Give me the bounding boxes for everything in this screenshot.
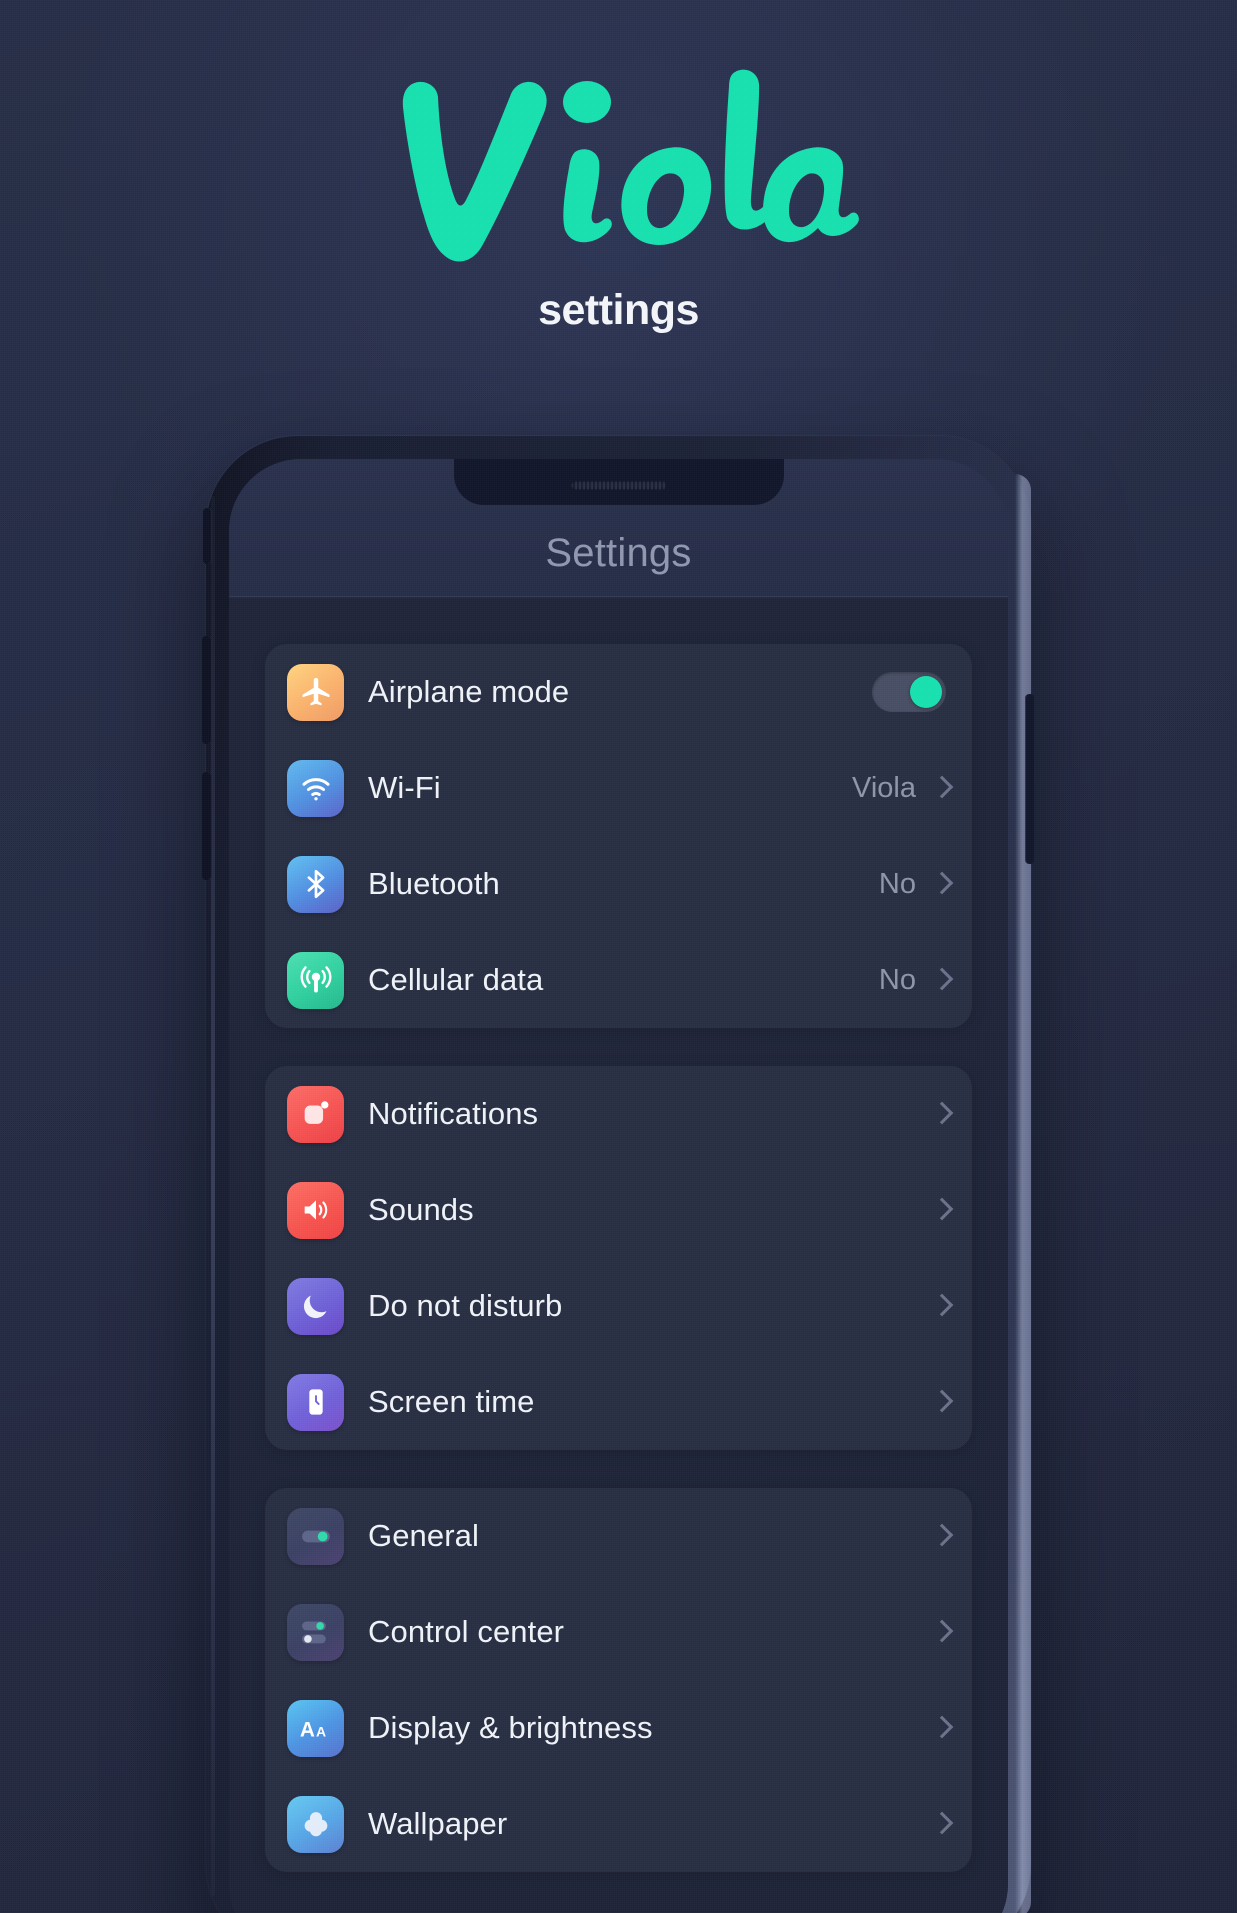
settings-list: Airplane mode Wi-Fi Viola Bluetooth No C… bbox=[229, 598, 1008, 1913]
svg-text:A: A bbox=[299, 1719, 314, 1742]
volume-up-button[interactable] bbox=[202, 636, 212, 744]
chevron-right-icon bbox=[934, 1525, 946, 1547]
bluetooth-value: No bbox=[878, 867, 916, 900]
list-item-general[interactable]: General bbox=[265, 1488, 972, 1584]
list-item-do-not-disturb[interactable]: Do not disturb bbox=[265, 1258, 972, 1354]
chevron-right-icon bbox=[934, 1813, 946, 1835]
chevron-right-icon bbox=[934, 1717, 946, 1739]
mute-switch-button[interactable] bbox=[203, 508, 212, 564]
page-title: Settings bbox=[545, 531, 692, 575]
text-size-icon: A A bbox=[287, 1699, 344, 1757]
wallpaper-icon bbox=[287, 1795, 344, 1853]
chevron-right-icon bbox=[934, 1621, 946, 1643]
list-item-control-center[interactable]: Control center bbox=[265, 1584, 972, 1680]
gear-toggle-icon bbox=[287, 1507, 344, 1565]
brand-subtitle: settings bbox=[538, 286, 699, 334]
chevron-right-icon bbox=[934, 873, 946, 895]
list-item-sounds[interactable]: Sounds bbox=[265, 1162, 972, 1258]
list-item-wifi[interactable]: Wi-Fi Viola bbox=[265, 740, 972, 836]
bluetooth-icon bbox=[287, 855, 344, 913]
notification-icon bbox=[287, 1085, 344, 1143]
list-item-label: Notifications bbox=[368, 1096, 539, 1131]
settings-group-alerts: Notifications Sounds Do not disturb Scre… bbox=[265, 1066, 972, 1450]
viola-logo bbox=[0, 60, 1237, 280]
list-item-label: Airplane mode bbox=[368, 674, 570, 709]
phone-screen: Settings Airplane mode Wi-Fi Viola Bluet… bbox=[229, 459, 1008, 1913]
airplane-mode-toggle[interactable] bbox=[872, 672, 946, 712]
settings-group-connectivity: Airplane mode Wi-Fi Viola Bluetooth No C… bbox=[265, 644, 972, 1028]
cellular-icon bbox=[287, 951, 344, 1009]
wifi-value: Viola bbox=[852, 771, 916, 804]
list-item-airplane-mode[interactable]: Airplane mode bbox=[265, 644, 972, 740]
speaker-grille-icon bbox=[570, 481, 667, 490]
list-item-wallpaper[interactable]: Wallpaper bbox=[265, 1776, 972, 1872]
chevron-right-icon bbox=[934, 1295, 946, 1317]
list-item-label: General bbox=[368, 1518, 479, 1553]
speaker-icon bbox=[287, 1181, 344, 1239]
list-item-label: Display & brightness bbox=[368, 1710, 653, 1745]
list-item-label: Wallpaper bbox=[368, 1806, 508, 1841]
phone-icon bbox=[287, 1373, 344, 1431]
sliders-icon bbox=[287, 1603, 344, 1661]
toggle-knob bbox=[910, 676, 942, 708]
list-item-screen-time[interactable]: Screen time bbox=[265, 1354, 972, 1450]
settings-group-system: General Control center A A Display & bri… bbox=[265, 1488, 972, 1872]
chevron-right-icon bbox=[934, 1391, 946, 1413]
volume-down-button[interactable] bbox=[202, 772, 212, 880]
list-item-label: Control center bbox=[368, 1614, 565, 1649]
list-item-bluetooth[interactable]: Bluetooth No bbox=[265, 836, 972, 932]
list-item-notifications[interactable]: Notifications bbox=[265, 1066, 972, 1162]
wifi-icon bbox=[287, 759, 344, 817]
phone-mockup: Settings Airplane mode Wi-Fi Viola Bluet… bbox=[202, 436, 1034, 1913]
cellular-value: No bbox=[878, 963, 916, 996]
list-item-label: Bluetooth bbox=[368, 866, 500, 901]
brand-block: settings bbox=[0, 60, 1237, 335]
list-item-label: Do not disturb bbox=[368, 1288, 563, 1323]
power-button[interactable] bbox=[1025, 694, 1034, 864]
list-item-cellular-data[interactable]: Cellular data No bbox=[265, 932, 972, 1028]
chevron-right-icon bbox=[934, 777, 946, 799]
list-item-label: Sounds bbox=[368, 1192, 474, 1227]
list-item-label: Screen time bbox=[368, 1384, 535, 1419]
svg-text:A: A bbox=[316, 1724, 326, 1740]
chevron-right-icon bbox=[934, 1103, 946, 1125]
list-item-display-brightness[interactable]: A A Display & brightness bbox=[265, 1680, 972, 1776]
chevron-right-icon bbox=[934, 1199, 946, 1221]
moon-icon bbox=[287, 1277, 344, 1335]
chevron-right-icon bbox=[934, 969, 946, 991]
airplane-icon bbox=[287, 663, 344, 721]
list-item-label: Wi-Fi bbox=[368, 770, 441, 805]
list-item-label: Cellular data bbox=[368, 962, 544, 997]
